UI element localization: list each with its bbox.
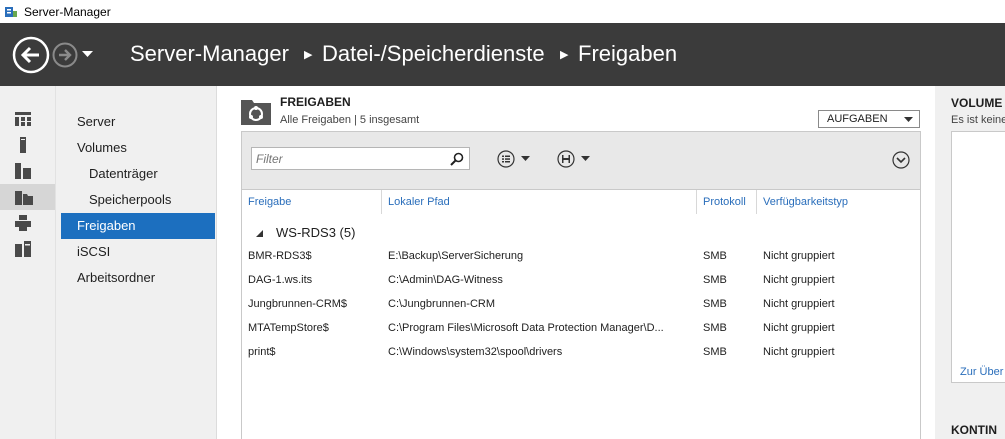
- local-server-nav[interactable]: [0, 132, 55, 158]
- cell-freigabe: Jungbrunnen-CRM$: [248, 298, 348, 310]
- cell-lokaler-pfad: E:\Backup\ServerSicherung: [388, 250, 524, 262]
- sidebar-item-server[interactable]: Server: [61, 109, 215, 135]
- cell-verfuegbarkeitstyp: Nicht gruppiert: [763, 298, 835, 310]
- forward-arrow-icon[interactable]: [52, 42, 78, 68]
- group-label: WS-RDS3 (5): [276, 225, 356, 240]
- sidebar-item-datentraeger[interactable]: Datenträger: [61, 161, 215, 187]
- table-row[interactable]: BMR-RDS3$ E:\Backup\ServerSicherung SMB …: [242, 244, 920, 268]
- tasks-button[interactable]: AUFGABEN: [818, 110, 920, 128]
- section-title: FREIGABEN: [280, 95, 351, 109]
- print-icon: [15, 215, 31, 231]
- save-query-icon: [557, 150, 575, 168]
- column-header-protokoll[interactable]: Protokoll: [697, 190, 757, 214]
- chevron-down-icon: [581, 156, 590, 161]
- icon-navigation-bar: [0, 86, 64, 439]
- column-header-lokaler-pfad[interactable]: Lokaler Pfad: [382, 190, 697, 214]
- server-manager-app-icon: [5, 6, 17, 17]
- column-header-freigabe[interactable]: Freigabe: [242, 190, 382, 214]
- chevron-down-icon: [521, 156, 530, 161]
- file-storage-icon: [15, 191, 33, 205]
- table-row[interactable]: Jungbrunnen-CRM$ C:\Jungbrunnen-CRM SMB …: [242, 292, 920, 316]
- sidebar: Server Volumes Datenträger Speicherpools…: [55, 86, 217, 439]
- volume-overview-link[interactable]: Zur Über: [960, 366, 1003, 378]
- shares-section-icon: [241, 100, 271, 125]
- cell-protokoll: SMB: [703, 250, 727, 262]
- panel-toolbar: [242, 132, 920, 190]
- shares-panel: Freigabe Lokaler Pfad Protokoll Verfügba…: [241, 131, 921, 439]
- all-servers-nav[interactable]: [0, 158, 55, 184]
- header-bar: Server-Manager ▶ Datei-/Speicherdienste …: [0, 23, 1005, 86]
- cell-verfuegbarkeitstyp: Nicht gruppiert: [763, 274, 835, 286]
- column-header-verfuegbarkeitstyp[interactable]: Verfügbarkeitstyp: [757, 190, 867, 214]
- window-title: Server-Manager: [24, 4, 111, 19]
- expand-icon[interactable]: [892, 151, 910, 169]
- section-subtitle: Alle Freigaben | 5 insgesamt: [280, 114, 420, 126]
- breadcrumb-separator-icon: ▶: [304, 49, 313, 61]
- file-storage-nav[interactable]: [0, 184, 64, 210]
- sidebar-item-arbeitsordner[interactable]: Arbeitsordner: [61, 265, 215, 291]
- group-row[interactable]: WS-RDS3 (5): [242, 222, 920, 244]
- cell-lokaler-pfad: C:\Windows\system32\spool\drivers: [388, 346, 563, 358]
- print-services-nav[interactable]: [0, 210, 55, 236]
- local-server-icon: [20, 137, 26, 153]
- cell-lokaler-pfad: C:\Jungbrunnen-CRM: [388, 298, 495, 310]
- breadcrumb-separator-icon: ▶: [560, 49, 569, 61]
- cell-freigabe: BMR-RDS3$: [248, 250, 312, 262]
- window-titlebar: Server-Manager: [0, 0, 1005, 23]
- cell-protokoll: SMB: [703, 274, 727, 286]
- cell-freigabe: print$: [248, 346, 276, 358]
- tasks-button-label: AUFGABEN: [827, 113, 888, 125]
- dashboard-nav[interactable]: [0, 106, 55, 132]
- sidebar-item-freigaben[interactable]: Freigaben: [61, 213, 215, 239]
- table-row[interactable]: MTATempStore$ C:\Program Files\Microsoft…: [242, 316, 920, 340]
- quota-section-title: KONTIN: [951, 423, 997, 437]
- list-view-icon: [497, 150, 515, 168]
- remote-desktop-nav[interactable]: [0, 236, 55, 262]
- filter-box: [251, 147, 470, 170]
- sidebar-item-speicherpools[interactable]: Speicherpools: [61, 187, 215, 213]
- cell-protokoll: SMB: [703, 322, 727, 334]
- cell-verfuegbarkeitstyp: Nicht gruppiert: [763, 346, 835, 358]
- cell-protokoll: SMB: [703, 298, 727, 310]
- right-pane: VOLUME Es ist keine Zur Über KONTIN: [935, 86, 1005, 439]
- sidebar-item-iscsi[interactable]: iSCSI: [61, 239, 215, 265]
- volume-section-subtitle: Es ist keine: [951, 114, 1005, 126]
- remote-desktop-icon: [15, 241, 31, 257]
- chevron-down-icon: [904, 117, 913, 122]
- breadcrumb-level1[interactable]: Datei-/Speicherdienste: [322, 41, 545, 67]
- filter-input[interactable]: [256, 151, 446, 167]
- back-arrow-icon[interactable]: [12, 36, 50, 74]
- cell-freigabe: DAG-1.ws.its: [248, 274, 313, 286]
- history-dropdown-icon[interactable]: [82, 51, 93, 58]
- save-query-button[interactable]: [557, 150, 590, 168]
- cell-protokoll: SMB: [703, 346, 727, 358]
- volume-section-title: VOLUME: [951, 96, 1003, 110]
- breadcrumb-level2: Freigaben: [578, 41, 678, 66]
- cell-lokaler-pfad: C:\Admin\DAG-Witness: [388, 274, 503, 286]
- main-content: FREIGABEN Alle Freigaben | 5 insgesamt A…: [218, 86, 935, 439]
- table-row[interactable]: print$ C:\Windows\system32\spool\drivers…: [242, 340, 920, 364]
- sidebar-item-volumes[interactable]: Volumes: [61, 135, 215, 161]
- collapse-triangle-icon: [256, 230, 263, 237]
- cell-verfuegbarkeitstyp: Nicht gruppiert: [763, 250, 835, 262]
- cell-lokaler-pfad: C:\Program Files\Microsoft Data Protecti…: [388, 322, 664, 334]
- cell-freigabe: MTATempStore$: [248, 322, 329, 334]
- breadcrumb-root[interactable]: Server-Manager: [130, 41, 289, 67]
- dashboard-icon: [15, 112, 31, 126]
- all-servers-icon: [15, 163, 31, 179]
- list-view-button[interactable]: [497, 150, 530, 168]
- volume-panel: [951, 131, 1005, 383]
- table-row[interactable]: DAG-1.ws.its C:\Admin\DAG-Witness SMB Ni…: [242, 268, 920, 292]
- search-icon[interactable]: [450, 152, 464, 166]
- cell-verfuegbarkeitstyp: Nicht gruppiert: [763, 322, 835, 334]
